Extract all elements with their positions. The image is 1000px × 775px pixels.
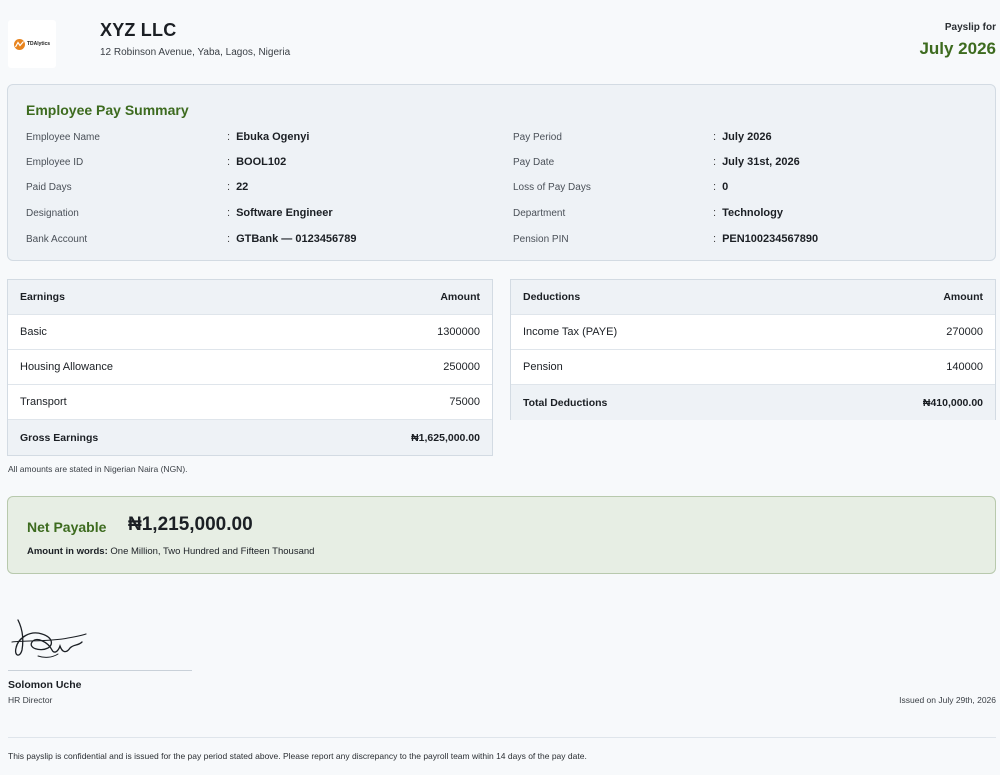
summary-label: Designation: [26, 208, 79, 219]
summary-value: 0: [713, 181, 728, 193]
total-deductions-amount: ₦410,000.00: [922, 396, 983, 409]
issued-date: Issued on July 29th, 2026: [899, 695, 996, 705]
payslip-page: TDAlytics XYZ LLC 12 Robinson Avenue, Ya…: [0, 0, 1000, 775]
deduction-label: Pension: [523, 361, 563, 373]
summary-value: July 31st, 2026: [713, 156, 800, 168]
earnings-table: Earnings Amount Basic 1300000 Housing Al…: [7, 279, 493, 456]
gross-earnings-row: Gross Earnings ₦1,625,000.00: [8, 420, 492, 455]
gross-earnings-amount: ₦1,625,000.00: [411, 431, 480, 444]
earning-amount: 250000: [443, 361, 480, 373]
amount-in-words-label: Amount in words:: [27, 546, 108, 557]
summary-value: July 2026: [713, 131, 772, 143]
employee-pay-summary: Employee Pay Summary Employee Name Ebuka…: [7, 84, 996, 261]
deduction-amount: 270000: [946, 326, 983, 338]
net-payable-amount: ₦1,215,000.00: [128, 514, 253, 535]
deduction-amount: 140000: [946, 361, 983, 373]
earning-label: Basic: [20, 326, 47, 338]
summary-value: GTBank — 0123456789: [227, 233, 356, 245]
summary-label: Employee Name: [26, 132, 100, 143]
summary-value: Ebuka Ogenyi: [227, 131, 309, 143]
earnings-header-amount: Amount: [440, 291, 480, 303]
amount-in-words: Amount in words: One Million, Two Hundre…: [27, 546, 314, 557]
footer-divider: [8, 737, 996, 738]
company-logo: TDAlytics: [8, 20, 56, 68]
total-deductions-label: Total Deductions: [523, 396, 608, 409]
summary-label: Employee ID: [26, 157, 84, 168]
footer-note: This payslip is confidential and is issu…: [8, 751, 587, 761]
earning-label: Housing Allowance: [20, 361, 113, 373]
deduction-label: Income Tax (PAYE): [523, 326, 618, 338]
deductions-header-label: Deductions: [523, 291, 581, 303]
table-header-row: Deductions Amount: [511, 280, 995, 315]
summary-label: Pension PIN: [513, 234, 569, 245]
signature-icon: [11, 619, 87, 658]
currency-note: All amounts are stated in Nigerian Naira…: [8, 464, 188, 474]
summary-value: PEN100234567890: [713, 233, 818, 245]
signatory-name: Solomon Uche: [8, 679, 82, 691]
table-row: Basic 1300000: [8, 315, 492, 350]
summary-value: Software Engineer: [227, 207, 333, 219]
payslip-month: July 2026: [919, 39, 996, 58]
earning-label: Transport: [20, 396, 67, 408]
company-logo-text: TDAlytics: [26, 40, 51, 47]
summary-label: Paid Days: [26, 182, 72, 193]
summary-value: BOOL102: [227, 156, 286, 168]
total-deductions-row: Total Deductions ₦410,000.00: [511, 385, 995, 420]
gross-earnings-label: Gross Earnings: [20, 431, 99, 444]
table-row: Transport 75000: [8, 385, 492, 420]
earnings-header-label: Earnings: [20, 291, 65, 303]
signature-line: [8, 670, 192, 671]
net-payable-card: Net Payable ₦1,215,000.00 Amount in word…: [7, 496, 996, 574]
summary-label: Pay Period: [513, 132, 562, 143]
company-address: 12 Robinson Avenue, Yaba, Lagos, Nigeria: [100, 47, 291, 58]
summary-label: Bank Account: [26, 234, 88, 245]
company-logo-icon: [13, 38, 25, 50]
earning-amount: 1300000: [437, 326, 480, 338]
deductions-header-amount: Amount: [943, 291, 983, 303]
company-name: XYZ LLC: [100, 20, 177, 40]
table-row: Pension 140000: [511, 350, 995, 385]
summary-title: Employee Pay Summary: [26, 102, 189, 118]
payslip-for-label: Payslip for: [944, 22, 996, 33]
net-payable-label: Net Payable: [27, 519, 107, 535]
summary-value: Technology: [713, 207, 783, 219]
table-header-row: Earnings Amount: [8, 280, 492, 315]
table-row: Housing Allowance 250000: [8, 350, 492, 385]
signatory-role: HR Director: [8, 695, 53, 705]
summary-value: 22: [227, 181, 248, 193]
table-row: Income Tax (PAYE) 270000: [511, 315, 995, 350]
earning-amount: 75000: [449, 396, 480, 408]
summary-label: Loss of Pay Days: [513, 182, 591, 193]
amount-in-words-value: One Million, Two Hundred and Fifteen Tho…: [110, 546, 315, 557]
deductions-table: Deductions Amount Income Tax (PAYE) 2700…: [510, 279, 996, 420]
summary-label: Pay Date: [513, 157, 555, 168]
summary-label: Department: [513, 208, 566, 219]
